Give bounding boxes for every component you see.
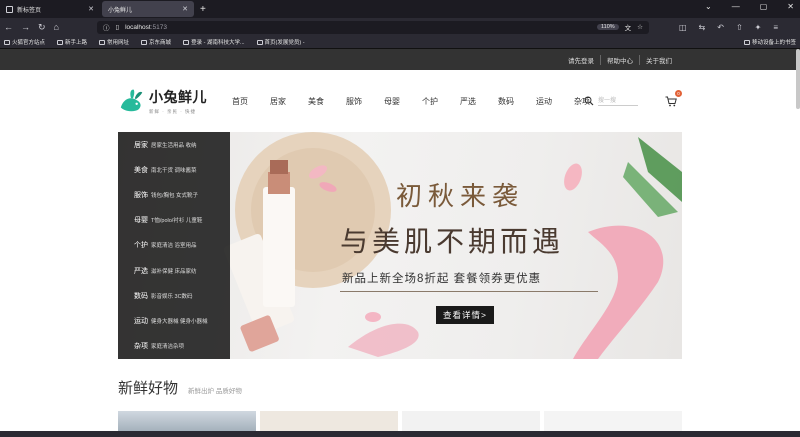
bookmark-item[interactable]: 新手上路 <box>57 38 87 46</box>
url-host: localhost <box>125 23 151 31</box>
nav-item-home-living[interactable]: 居家 <box>270 96 286 107</box>
reload-icon[interactable]: ↻ <box>38 22 46 33</box>
rabbit-logo-icon <box>120 89 143 112</box>
category-item[interactable]: 数码 影音娱乐 3C数码 <box>118 283 230 308</box>
url-port: :5173 <box>150 23 167 31</box>
forward-icon[interactable]: → <box>21 22 30 32</box>
site-logo[interactable]: 小兔鲜儿 新鲜 · 亲民 · 快捷 <box>118 87 207 115</box>
about-us-link[interactable]: 关于我们 <box>640 55 678 65</box>
site-header: 小兔鲜儿 新鲜 · 亲民 · 快捷 首页 居家 美食 服饰 母婴 个护 严选 数… <box>0 70 800 132</box>
view-details-button[interactable]: 查看详情> <box>436 306 494 324</box>
page-icon <box>256 39 263 45</box>
minimize-button[interactable]: — <box>732 2 740 11</box>
navigation-toolbar: ← → ↻ ⌂ ⓘ ▯ localhost:5173 110% 文 ☆ ◫ ⇆ … <box>0 18 800 36</box>
new-tab-button[interactable]: + <box>200 4 206 15</box>
tab-bar: 新标签页 ✕ 小兔鲜儿 ✕ + ⌄ — ▢ ✕ <box>0 0 800 18</box>
share-icon[interactable]: ⇧ <box>736 23 743 32</box>
folder-icon <box>99 39 106 45</box>
logo-name: 小兔鲜儿 <box>149 89 207 105</box>
category-item[interactable]: 居家 居家生活用品 收纳 <box>118 132 230 157</box>
search-area: 搜一搜 <box>584 95 638 106</box>
category-sidebar: 居家 居家生活用品 收纳 美食 南北干货 调味酱菜 服饰 钱包/胸包 女式靴子 母婴 T… <box>118 132 230 359</box>
top-links-bar: 请先登录 帮助中心 关于我们 <box>0 49 800 70</box>
firefox-icon <box>57 39 64 45</box>
cart-count-badge: 0 <box>675 90 682 97</box>
category-item[interactable]: 个护 家庭清洁 浴室用品 <box>118 233 230 258</box>
nav-item-home[interactable]: 首页 <box>232 96 248 107</box>
category-item[interactable]: 服饰 钱包/胸包 女式靴子 <box>118 182 230 207</box>
list-all-tabs-icon[interactable]: ⌄ <box>705 2 712 11</box>
logo-slogan: 新鲜 · 亲民 · 快捷 <box>149 109 196 114</box>
login-link[interactable]: 请先登录 <box>562 54 601 65</box>
close-icon[interactable]: ✕ <box>88 5 94 13</box>
info-icon[interactable]: ⓘ <box>103 22 110 32</box>
zoom-indicator[interactable]: 110% <box>596 24 619 30</box>
search-input[interactable]: 搜一搜 <box>598 95 638 106</box>
page-icon: ▯ <box>115 24 120 31</box>
pocket-icon[interactable]: ◫ <box>679 23 687 32</box>
tab-active[interactable]: 小兔鲜儿 ✕ <box>102 1 194 17</box>
globe-icon <box>183 39 190 45</box>
folder-icon <box>4 39 10 45</box>
banner-promo: 新品上新全场8折起 套餐领券更优惠 <box>342 273 542 285</box>
menu-icon[interactable]: ≡ <box>773 23 778 32</box>
category-item[interactable]: 杂项 家庭清洁杂项 <box>118 334 230 359</box>
tab-title: 小兔鲜儿 <box>108 7 133 14</box>
tab-title: 新标签页 <box>17 7 42 14</box>
extensions-icon[interactable]: ⇆ <box>699 23 706 32</box>
bookmark-item[interactable]: 常用网址 <box>99 38 129 46</box>
home-icon[interactable]: ⌂ <box>54 22 59 32</box>
url-bar[interactable]: ⓘ ▯ localhost:5173 110% 文 ☆ <box>96 20 649 34</box>
product-row <box>118 411 682 431</box>
nav-item-selected[interactable]: 严选 <box>460 96 476 107</box>
cart-button[interactable]: 0 <box>665 90 682 112</box>
translate-icon[interactable]: 文 <box>625 22 632 32</box>
tab-new[interactable]: 新标签页 ✕ <box>0 1 100 17</box>
category-item[interactable]: 母婴 T恤/polo/衬衫 儿童鞋 <box>118 208 230 233</box>
close-window-button[interactable]: ✕ <box>787 2 794 11</box>
mobile-icon <box>743 39 750 45</box>
back-arrow-icon[interactable]: ↶ <box>717 23 724 32</box>
product-card[interactable] <box>544 411 682 431</box>
help-center-link[interactable]: 帮助中心 <box>601 54 640 65</box>
nav-item-apparel[interactable]: 服饰 <box>346 96 362 107</box>
nav-item-food[interactable]: 美食 <box>308 96 324 107</box>
puzzle-icon[interactable]: ✦ <box>755 23 762 32</box>
section-title: 新鲜好物 <box>118 380 179 397</box>
bookmarks-bar: 火狐官方站点 新手上路 常用网址 京东商城 登录 - 湖南科技大学... 首页(… <box>0 36 800 49</box>
cart-icon <box>665 96 677 107</box>
maximize-button[interactable]: ▢ <box>760 2 768 11</box>
bookmark-item[interactable]: 首页(发展党员) - <box>256 38 305 46</box>
bookmark-star-icon[interactable]: ☆ <box>637 23 643 31</box>
banner-divider <box>340 291 598 292</box>
category-item[interactable]: 运动 健身大器械 健身小器械 <box>118 308 230 333</box>
nav-item-baby[interactable]: 母婴 <box>384 96 400 107</box>
hero-banner[interactable]: 居家 居家生活用品 收纳 美食 南北干货 调味酱菜 服饰 钱包/胸包 女式靴子 母婴 T… <box>118 132 682 359</box>
category-item[interactable]: 美食 南北干货 调味酱菜 <box>118 157 230 182</box>
close-icon[interactable]: ✕ <box>182 5 188 13</box>
page-scrollbar[interactable] <box>796 49 800 109</box>
main-navigation: 首页 居家 美食 服饰 母婴 个护 严选 数码 运动 杂项 <box>232 96 590 107</box>
jd-icon <box>141 39 148 45</box>
page-viewport: 请先登录 帮助中心 关于我们 小兔鲜儿 新鲜 · 亲民 · 快捷 首页 居家 美… <box>0 49 800 431</box>
back-icon[interactable]: ← <box>4 22 13 32</box>
banner-headline: 初秋来袭 <box>396 182 525 212</box>
bookmark-item[interactable]: 登录 - 湖南科技大学... <box>183 38 245 46</box>
bookmark-item[interactable]: 火狐官方站点 <box>4 38 45 46</box>
category-item[interactable]: 严选 滋补保健 床品家纺 <box>118 258 230 283</box>
section-subtitle: 新鲜出炉 品质好物 <box>188 388 242 395</box>
status-bar <box>0 431 800 437</box>
product-card[interactable] <box>118 411 256 431</box>
banner-subheadline: 与美肌不期而遇 <box>340 225 565 258</box>
search-icon[interactable] <box>584 96 594 106</box>
nav-item-sports[interactable]: 运动 <box>536 96 552 107</box>
bookmark-item[interactable]: 京东商城 <box>141 38 171 46</box>
product-card[interactable] <box>260 411 398 431</box>
nav-item-personal-care[interactable]: 个护 <box>422 96 438 107</box>
mobile-bookmarks[interactable]: 移动设备上的书签 <box>743 38 796 46</box>
section-header: 新鲜好物 新鲜出炉 品质好物 <box>118 377 242 398</box>
page-icon <box>6 5 13 13</box>
product-card[interactable] <box>402 411 540 431</box>
nav-item-digital[interactable]: 数码 <box>498 96 514 107</box>
